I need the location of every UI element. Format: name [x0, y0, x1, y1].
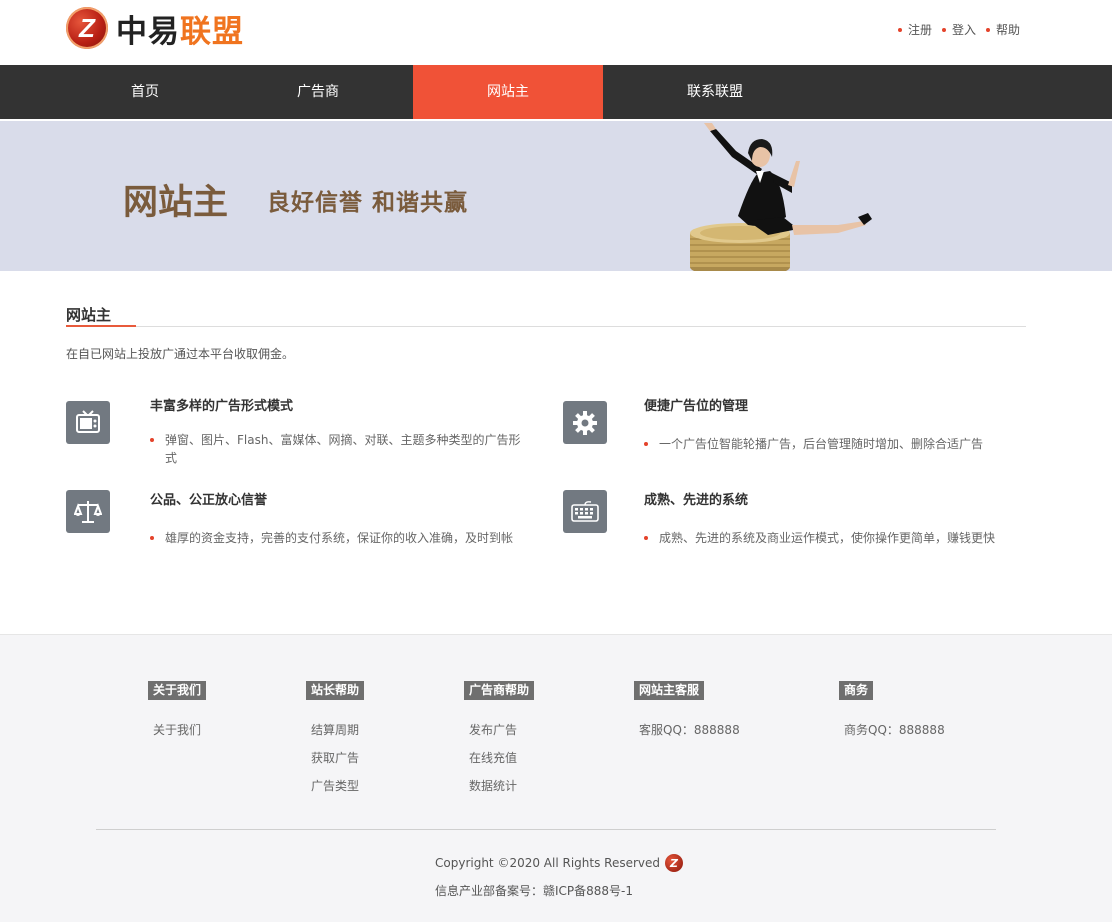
main-nav: 首页 广告商 网站主 联系联盟 [0, 65, 1112, 119]
login-link[interactable]: 登入 [941, 21, 976, 38]
bullet-icon [644, 442, 648, 446]
page: Z 中易联盟 注册 登入 帮助 首页 广告商 网站主 联系联盟 网站主 良好信誉… [0, 0, 1112, 922]
mini-logo-icon: Z [665, 854, 684, 872]
keyboard-icon [563, 490, 607, 533]
help-link[interactable]: 帮助 [985, 21, 1020, 38]
banner-slogan: 良好信誉 和谐共赢 [267, 190, 469, 216]
bullet-icon [985, 27, 990, 32]
scale-icon [66, 490, 110, 533]
section-divider [66, 326, 1026, 327]
bullet-icon [150, 438, 154, 442]
feature-text: 雄厚的资金支持，完善的支付系统，保证你的收入准确，及时到帐 [150, 529, 545, 547]
feature-text: 成熟、先进的系统及商业运作模式，使你操作更简单，赚钱更快 [644, 529, 1039, 547]
feature-text-content: 成熟、先进的系统及商业运作模式，使你操作更简单，赚钱更快 [659, 531, 996, 545]
tv-icon [66, 401, 110, 444]
nav-item-home[interactable]: 首页 [80, 65, 210, 119]
feature-title: 公品、公正放心信誉 [150, 493, 268, 508]
nav-item-contact[interactable]: 联系联盟 [650, 65, 780, 119]
footer-link[interactable]: 在线充值 [469, 749, 517, 766]
section-heading-underline [66, 325, 136, 327]
footer-link[interactable]: 客服QQ：888888 [639, 721, 740, 738]
help-link-label: 帮助 [995, 23, 1020, 37]
bullet-icon [150, 536, 154, 540]
nav-item-webmaster[interactable]: 网站主 [413, 65, 603, 119]
footer-link[interactable]: 发布广告 [469, 721, 517, 738]
feature-text: 一个广告位智能轮播广告，后台管理随时增加、删除合适广告 [644, 435, 1019, 453]
register-link[interactable]: 注册 [897, 21, 932, 38]
copyright: Copyright ©2020 All Rights Reserved Z [435, 854, 684, 872]
feature-title: 便捷广告位的管理 [644, 399, 749, 414]
bullet-icon [941, 27, 946, 32]
feature-text: 弹窗、图片、Flash、富媒体、网摘、对联、主题多种类型的广告形式 [150, 431, 525, 467]
footer-col-advertiser-help-title: 广告商帮助 [464, 681, 535, 700]
logo-text: 中易联盟 [116, 6, 244, 51]
logo-name-part2: 联盟 [180, 13, 244, 50]
footer-col-business-title: 商务 [839, 681, 874, 700]
footer-link[interactable]: 数据统计 [469, 777, 517, 794]
footer-col-webmaster-help-title: 站长帮助 [306, 681, 365, 700]
section-description: 在自已网站上投放广通过本平台收取佣金。 [66, 347, 295, 361]
footer-link[interactable]: 获取广告 [311, 749, 359, 766]
nav-item-advertiser[interactable]: 广告商 [253, 65, 383, 119]
top-links: 注册 登入 帮助 [897, 21, 1020, 38]
footer-col-support-title: 网站主客服 [634, 681, 705, 700]
footer-link[interactable]: 商务QQ：888888 [844, 721, 945, 738]
footer: 关于我们 关于我们 站长帮助 结算周期 获取广告 广告类型 广告商帮助 发布广告… [0, 634, 1112, 922]
banner-title: 网站主 [123, 183, 229, 223]
section-heading: 网站主 [66, 306, 112, 324]
footer-link[interactable]: 关于我们 [153, 721, 201, 738]
footer-col-about-title: 关于我们 [148, 681, 207, 700]
bullet-icon [644, 536, 648, 540]
footer-divider [96, 829, 996, 830]
icp-record: 信息产业部备案号：赣ICP备888号-1 [435, 884, 634, 898]
gear-icon [563, 401, 607, 444]
login-link-label: 登入 [951, 23, 976, 37]
logo-badge-icon: Z [66, 7, 108, 49]
feature-title: 丰富多样的广告形式模式 [150, 399, 294, 414]
hero-banner: 网站主 良好信誉 和谐共赢 [0, 121, 1112, 271]
header: Z 中易联盟 注册 登入 帮助 [0, 0, 1112, 65]
register-link-label: 注册 [907, 23, 932, 37]
site-logo[interactable]: Z 中易联盟 [66, 5, 244, 51]
feature-text-content: 雄厚的资金支持，完善的支付系统，保证你的收入准确，及时到帐 [165, 531, 514, 545]
feature-text-content: 弹窗、图片、Flash、富媒体、网摘、对联、主题多种类型的广告形式 [165, 433, 521, 465]
feature-title: 成熟、先进的系统 [644, 493, 749, 508]
feature-text-content: 一个广告位智能轮播广告，后台管理随时增加、删除合适广告 [659, 437, 984, 451]
footer-link[interactable]: 广告类型 [311, 777, 359, 794]
banner-woman-on-coins-image [690, 123, 872, 271]
footer-link[interactable]: 结算周期 [311, 721, 359, 738]
logo-name-part1: 中易 [116, 13, 180, 50]
bullet-icon [897, 27, 902, 32]
copyright-text: Copyright ©2020 All Rights Reserved [435, 856, 661, 870]
